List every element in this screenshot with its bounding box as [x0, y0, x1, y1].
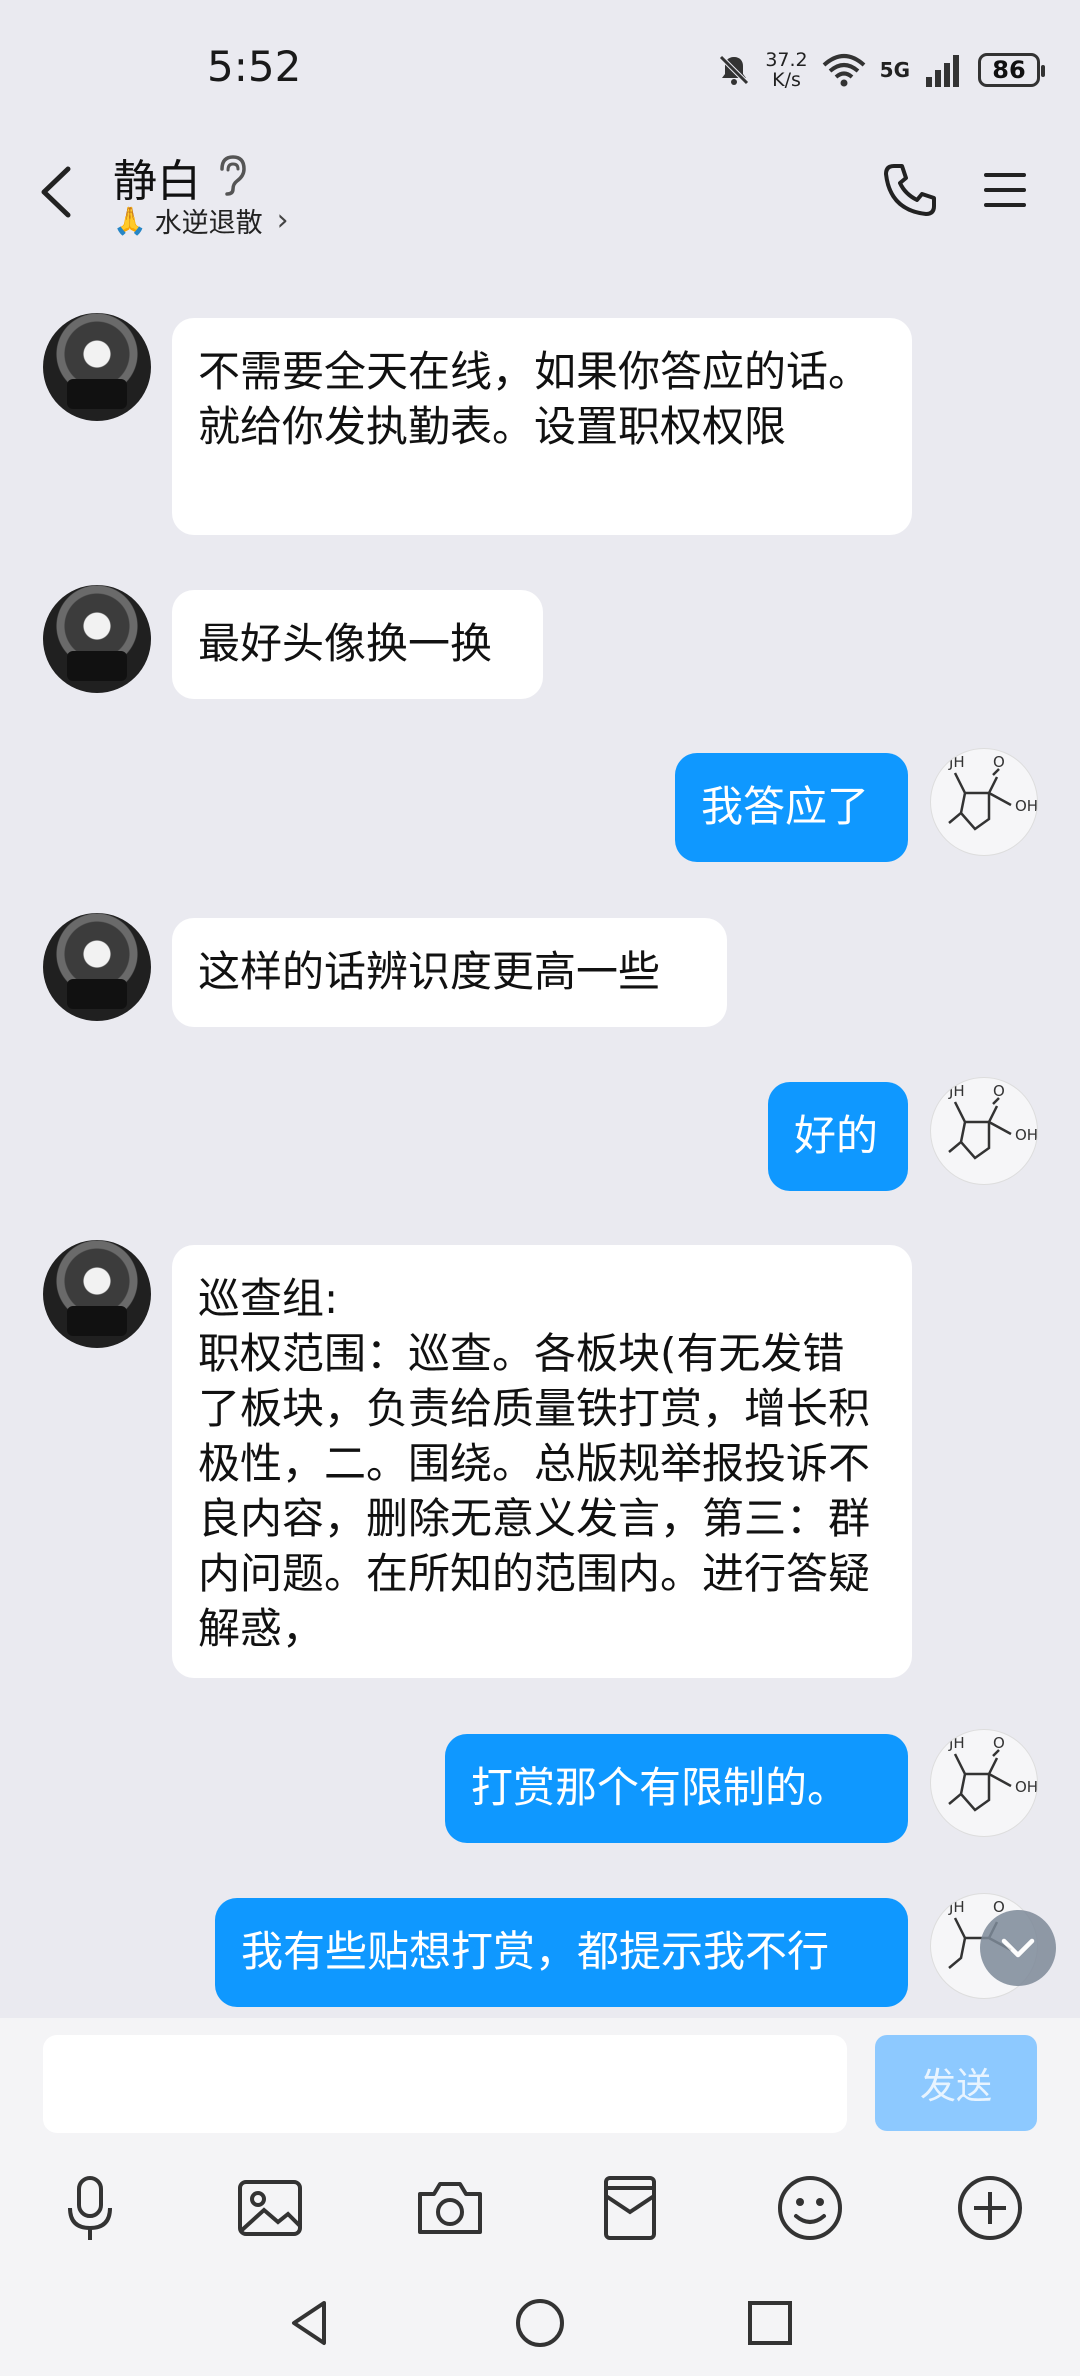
input-area: 发送: [0, 2018, 1080, 2376]
contact-avatar[interactable]: [43, 313, 151, 421]
network-speed: 37.2 K/s: [765, 50, 807, 90]
status-icons: 37.2 K/s 5G 86: [717, 45, 1045, 95]
message-bubble-incoming[interactable]: 这样的话辨识度更高一些: [172, 918, 727, 1027]
svg-text:JH: JH: [948, 1734, 965, 1752]
red-packet-icon[interactable]: [590, 2168, 670, 2248]
scroll-to-bottom-button[interactable]: [980, 1910, 1056, 1986]
speed-unit: K/s: [772, 69, 801, 91]
my-avatar[interactable]: JH O OH: [930, 748, 1038, 856]
contact-avatar[interactable]: [43, 913, 151, 1021]
message-bubble-outgoing[interactable]: 打赏那个有限制的。: [445, 1734, 908, 1843]
plus-icon[interactable]: [950, 2168, 1030, 2248]
svg-text:OH: OH: [1015, 1126, 1037, 1144]
menu-icon[interactable]: [980, 165, 1030, 215]
svg-text:O: O: [993, 1082, 1005, 1100]
status-bar: 5:52 37.2 K/s 5G 86: [0, 0, 1080, 135]
status-text: 水逆退散: [154, 208, 263, 239]
svg-text:O: O: [993, 753, 1005, 771]
status-time: 5:52: [207, 42, 302, 91]
signal-icon: [926, 55, 959, 87]
svg-text:JH: JH: [948, 753, 965, 771]
contact-avatar[interactable]: [43, 585, 151, 693]
message-bubble-incoming[interactable]: 巡查组: 职权范围：巡查。各板块(有无发错了板块，负责给质量铁打赏，增长积极性，…: [172, 1245, 912, 1678]
ear-icon[interactable]: [214, 153, 250, 197]
message-bubble-outgoing[interactable]: 我有些贴想打赏，都提示我不行: [215, 1898, 908, 2007]
emoji-icon[interactable]: [770, 2168, 850, 2248]
message-bubble-incoming[interactable]: 不需要全天在线，如果你答应的话。就给你发执勤表。设置职权权限: [172, 318, 912, 535]
my-avatar[interactable]: JH O OH: [930, 1729, 1038, 1837]
message-bubble-incoming[interactable]: 最好头像换一换: [172, 590, 543, 699]
nav-recents-icon[interactable]: [740, 2293, 800, 2353]
message-bubble-outgoing[interactable]: 我答应了: [675, 753, 908, 862]
message-bubble-outgoing[interactable]: 好的: [768, 1082, 908, 1191]
svg-text:JH: JH: [948, 1898, 965, 1916]
mic-icon[interactable]: [50, 2168, 130, 2248]
contact-name[interactable]: 静白: [113, 145, 201, 209]
svg-text:O: O: [993, 1734, 1005, 1752]
pray-icon: 🙏: [113, 205, 147, 237]
phone-call-icon[interactable]: [880, 160, 940, 220]
svg-text:OH: OH: [1015, 1778, 1037, 1796]
svg-text:OH: OH: [1015, 797, 1037, 815]
speed-value: 37.2: [765, 49, 808, 71]
input-toolbar: [0, 2168, 1080, 2268]
contact-avatar[interactable]: [43, 1240, 151, 1348]
molecule-avatar-icon: JH O OH: [948, 1734, 1037, 1812]
back-icon[interactable]: [30, 157, 90, 227]
svg-text:JH: JH: [948, 1082, 965, 1100]
chevron-down-icon: [1001, 1938, 1035, 1958]
wifi-icon: [822, 54, 865, 87]
my-avatar[interactable]: JH O OH: [930, 1077, 1038, 1185]
molecule-avatar-icon: JH O OH: [948, 1082, 1037, 1160]
chevron-right-icon: ›: [276, 203, 289, 238]
mute-icon: [719, 55, 750, 85]
contact-status[interactable]: 🙏 水逆退散 ›: [113, 201, 289, 240]
nav-back-icon[interactable]: [280, 2293, 340, 2353]
image-icon[interactable]: [230, 2168, 310, 2248]
network-type: 5G: [879, 58, 910, 82]
message-input[interactable]: [43, 2035, 847, 2133]
camera-icon[interactable]: [410, 2168, 490, 2248]
battery-indicator: 86: [978, 53, 1045, 87]
system-nav-bar: [0, 2283, 1080, 2376]
send-button[interactable]: 发送: [875, 2035, 1037, 2131]
nav-home-icon[interactable]: [510, 2293, 570, 2353]
chat-header: 静白 🙏 水逆退散 ›: [0, 135, 1080, 260]
molecule-avatar-icon: JH O OH: [948, 753, 1037, 831]
